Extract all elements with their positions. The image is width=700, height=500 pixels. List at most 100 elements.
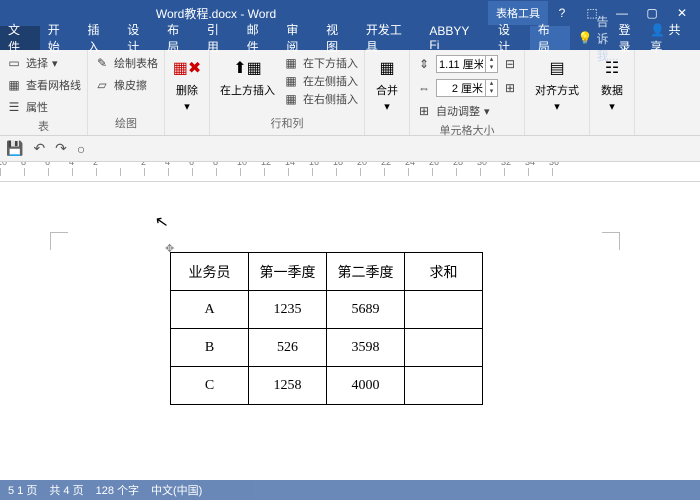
- chevron-down-icon: ▾: [609, 100, 615, 113]
- table-cell[interactable]: B: [171, 329, 249, 367]
- table-cell[interactable]: 3598: [327, 329, 405, 367]
- autofit-icon: ⊞: [416, 103, 432, 119]
- table-header[interactable]: 第二季度: [327, 253, 405, 291]
- properties-icon: ☰: [6, 99, 22, 115]
- group-align: ▤ 对齐方式 ▾: [525, 50, 590, 135]
- insert-right-button[interactable]: ▦在右侧插入: [283, 90, 358, 108]
- status-total[interactable]: 共 4 页: [49, 482, 83, 498]
- view-gridlines-button[interactable]: ▦查看网格线: [6, 76, 81, 94]
- save-icon[interactable]: 💾: [6, 140, 23, 157]
- data-button[interactable]: ☷ 数据 ▾: [596, 54, 628, 115]
- delete-button[interactable]: ▦✖ 删除 ▾: [171, 54, 203, 115]
- group-draw: ✎绘制表格 ▱橡皮擦 绘图: [88, 50, 165, 135]
- tab-home[interactable]: 开始: [40, 26, 80, 50]
- cursor-icon: ↖: [153, 211, 170, 233]
- status-page[interactable]: 5 1 页: [8, 482, 37, 498]
- tab-layout[interactable]: 布局: [159, 26, 199, 50]
- merge-icon: ▦: [375, 56, 399, 80]
- table-cell[interactable]: [405, 291, 483, 329]
- table-header[interactable]: 求和: [405, 253, 483, 291]
- distribute-cols-icon[interactable]: ⊞: [502, 80, 518, 96]
- chevron-down-icon: ▾: [554, 100, 560, 113]
- tab-table-design[interactable]: 设计: [490, 26, 530, 50]
- tab-mailings[interactable]: 邮件: [239, 26, 279, 50]
- page: ↖ ✥ 业务员 第一季度 第二季度 求和 A 1235 5689 B 526 3…: [20, 182, 660, 500]
- insert-left-icon: ▦: [283, 73, 299, 89]
- table-cell[interactable]: 5689: [327, 291, 405, 329]
- table-cell[interactable]: 4000: [327, 367, 405, 405]
- insert-above-icon: ⬆▦: [236, 56, 260, 80]
- insert-above-button[interactable]: ⬆▦ 在上方插入: [216, 54, 279, 108]
- redo-icon[interactable]: ↷: [55, 140, 67, 157]
- col-width: ⇔ ▴▾ ⊞: [416, 78, 518, 98]
- group-delete: ▦✖ 删除 ▾: [165, 50, 210, 135]
- tab-view[interactable]: 视图: [318, 26, 358, 50]
- share-button[interactable]: 👤 共享: [650, 21, 692, 55]
- margin-corner: [50, 232, 68, 250]
- table-cell[interactable]: C: [171, 367, 249, 405]
- eraser-button[interactable]: ▱橡皮擦: [94, 76, 158, 94]
- spin-up-icon[interactable]: ▴: [485, 80, 497, 88]
- distribute-rows-icon[interactable]: ⊟: [502, 56, 518, 72]
- tab-table-layout[interactable]: 布局: [530, 26, 570, 50]
- tab-abbyy[interactable]: ABBYY Fi: [421, 26, 490, 50]
- table-row: B 526 3598: [171, 329, 483, 367]
- table-header[interactable]: 第一季度: [249, 253, 327, 291]
- chevron-down-icon: ▾: [52, 57, 58, 70]
- table-row: 业务员 第一季度 第二季度 求和: [171, 253, 483, 291]
- group-label: 表: [6, 116, 81, 134]
- align-icon: ▤: [545, 56, 569, 80]
- grid-icon: ▦: [6, 77, 22, 93]
- data-table[interactable]: 业务员 第一季度 第二季度 求和 A 1235 5689 B 526 3598 …: [170, 252, 483, 405]
- draw-table-button[interactable]: ✎绘制表格: [94, 54, 158, 72]
- insert-below-button[interactable]: ▦在下方插入: [283, 54, 358, 72]
- table-cell[interactable]: [405, 329, 483, 367]
- table-header[interactable]: 业务员: [171, 253, 249, 291]
- status-lang[interactable]: 中文(中国): [151, 482, 202, 498]
- col-width-input[interactable]: ▴▾: [436, 79, 498, 97]
- tab-insert[interactable]: 插入: [80, 26, 120, 50]
- insert-right-icon: ▦: [283, 91, 299, 107]
- status-chars[interactable]: 128 个字: [96, 482, 139, 498]
- table-cell[interactable]: [405, 367, 483, 405]
- insert-left-button[interactable]: ▦在左侧插入: [283, 72, 358, 90]
- tab-references[interactable]: 引用: [199, 26, 239, 50]
- tab-design[interactable]: 设计: [119, 26, 159, 50]
- tab-file[interactable]: 文件: [0, 26, 40, 50]
- ribbon-tabs: 文件 开始 插入 设计 布局 引用 邮件 审阅 视图 开发工具 ABBYY Fi…: [0, 26, 700, 50]
- merge-button[interactable]: ▦ 合并 ▾: [371, 54, 403, 115]
- ribbon: ▭选择▾ ▦查看网格线 ☰属性 表 ✎绘制表格 ▱橡皮擦 绘图 ▦✖ 删除 ▾ …: [0, 50, 700, 136]
- qat-more-icon[interactable]: ○: [77, 141, 85, 157]
- table-row: C 1258 4000: [171, 367, 483, 405]
- table-cell[interactable]: 526: [249, 329, 327, 367]
- tab-review[interactable]: 审阅: [278, 26, 318, 50]
- group-data: ☷ 数据 ▾: [590, 50, 635, 135]
- insert-below-icon: ▦: [283, 55, 299, 71]
- row-height-input[interactable]: ▴▾: [436, 55, 498, 73]
- group-label: 行和列: [216, 113, 358, 131]
- spin-up-icon[interactable]: ▴: [485, 56, 497, 64]
- select-button[interactable]: ▭选择▾: [6, 54, 81, 72]
- table-cell[interactable]: 1235: [249, 291, 327, 329]
- document-area[interactable]: ↖ ✥ 业务员 第一季度 第二季度 求和 A 1235 5689 B 526 3…: [0, 182, 700, 500]
- undo-icon[interactable]: ↶: [33, 140, 45, 157]
- window-title: Word教程.docx - Word: [4, 5, 428, 22]
- group-table: ▭选择▾ ▦查看网格线 ☰属性 表: [0, 50, 88, 135]
- table-cell[interactable]: 1258: [249, 367, 327, 405]
- spin-down-icon[interactable]: ▾: [485, 64, 497, 72]
- spin-down-icon[interactable]: ▾: [485, 88, 497, 96]
- horizontal-ruler[interactable]: 10864224681012141618202224262830323436: [0, 162, 700, 182]
- col-width-icon: ⇔: [416, 80, 432, 96]
- alignment-button[interactable]: ▤ 对齐方式 ▾: [531, 54, 583, 115]
- table-cell[interactable]: A: [171, 291, 249, 329]
- tab-developer[interactable]: 开发工具: [358, 26, 422, 50]
- tell-me-box[interactable]: 💡 告诉我...: [570, 26, 619, 50]
- properties-button[interactable]: ☰属性: [6, 98, 81, 116]
- pencil-icon: ✎: [94, 55, 110, 71]
- chevron-down-icon: ▾: [484, 105, 490, 118]
- row-height-icon: ⇕: [416, 56, 432, 72]
- chevron-down-icon: ▾: [184, 100, 190, 113]
- eraser-icon: ▱: [94, 77, 110, 93]
- autofit-button[interactable]: ⊞自动调整▾: [416, 102, 518, 120]
- table-row: A 1235 5689: [171, 291, 483, 329]
